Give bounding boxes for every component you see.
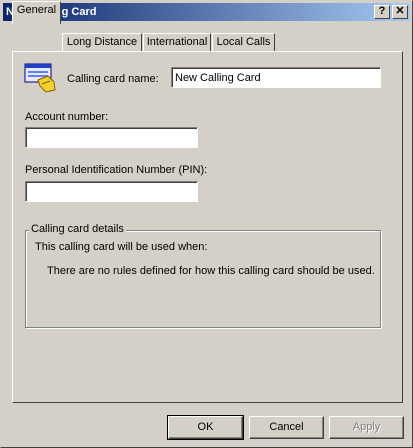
tab-label: Long Distance	[66, 36, 138, 48]
tab-international[interactable]: International	[143, 33, 211, 52]
tab-label: Local Calls	[216, 36, 271, 48]
help-icon: ?	[378, 5, 386, 17]
tab-label: International	[146, 36, 208, 48]
tab-general[interactable]: General	[12, 1, 61, 24]
close-icon: ✕	[395, 5, 405, 17]
help-button[interactable]: ?	[374, 5, 390, 19]
tab-long-distance[interactable]: Long Distance	[62, 33, 142, 52]
apply-button[interactable]: Apply	[329, 416, 404, 439]
close-button[interactable]: ✕	[392, 5, 408, 19]
calling-card-dialog: New Calling Card ? ✕ General Long Distan…	[0, 0, 413, 448]
title-bar[interactable]: New Calling Card ? ✕	[3, 3, 410, 21]
cancel-button[interactable]: Cancel	[249, 416, 324, 439]
ok-button[interactable]: OK	[167, 415, 244, 440]
tab-local-calls[interactable]: Local Calls	[212, 33, 275, 52]
tab-label: General	[16, 4, 57, 16]
general-tab-panel	[12, 51, 403, 403]
